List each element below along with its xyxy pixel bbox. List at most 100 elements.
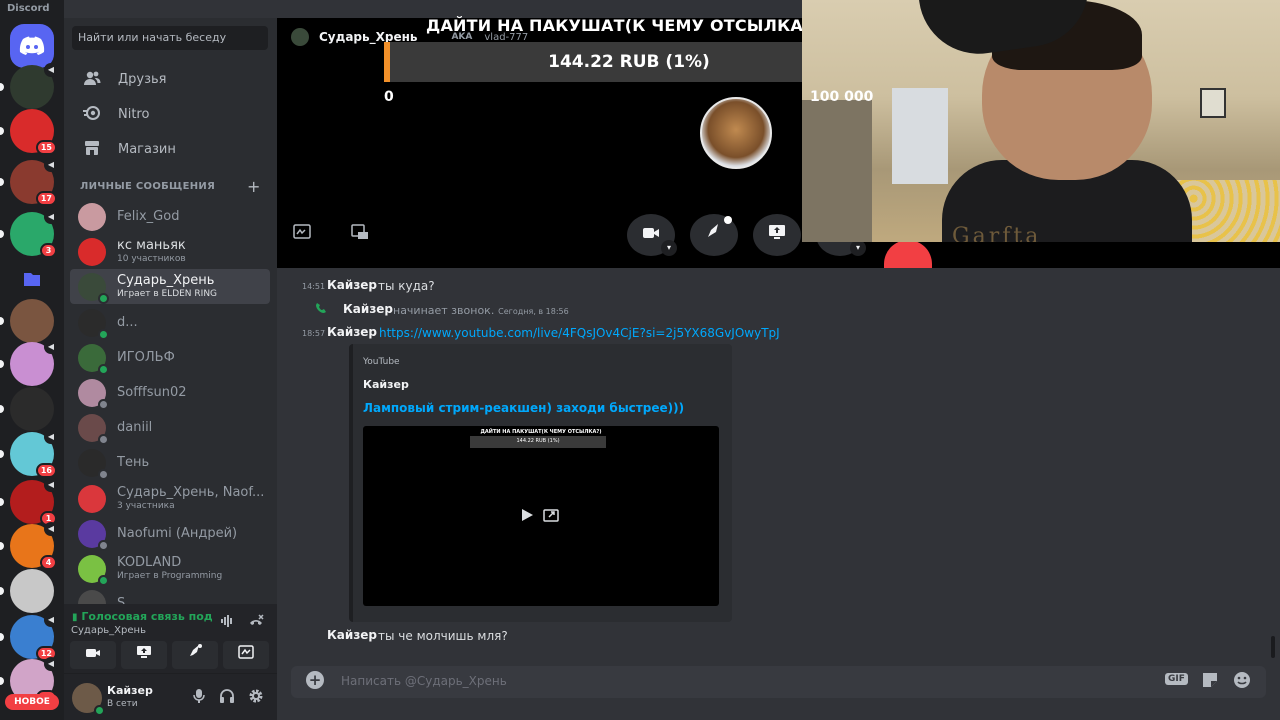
message-input[interactable]: Написать @Сударь_Хрень bbox=[341, 674, 507, 688]
embed-provider[interactable]: YouTube bbox=[363, 357, 400, 367]
user-panel: Кайзер В сети bbox=[64, 674, 277, 720]
chevron-down-icon-2[interactable]: ▾ bbox=[850, 240, 866, 256]
youtube-embed: YouTube Кайзер Ламповый стрим-реакшен) з… bbox=[349, 344, 732, 622]
dm-item[interactable]: Sofffsun02 bbox=[70, 375, 270, 410]
message-author[interactable]: Кайзер bbox=[327, 325, 377, 339]
disconnect-icon[interactable] bbox=[248, 614, 264, 632]
dm-item[interactable]: ИГОЛЬФ bbox=[70, 340, 270, 375]
microphone-icon[interactable] bbox=[192, 688, 206, 708]
dm-item[interactable]: Felix_God bbox=[70, 199, 270, 234]
hangup-button[interactable] bbox=[884, 240, 932, 268]
nav-nitro[interactable]: Nitro bbox=[72, 98, 268, 130]
popout-icon[interactable] bbox=[293, 224, 311, 244]
dm-item[interactable]: Naofumi (Андрей) bbox=[70, 516, 270, 551]
nav-friends[interactable]: Друзья bbox=[72, 63, 268, 95]
server-icon[interactable]: ◀ 12 bbox=[0, 613, 58, 661]
server-icon[interactable] bbox=[0, 299, 54, 343]
gif-button[interactable]: GIF bbox=[1165, 673, 1188, 685]
server-icon[interactable] bbox=[0, 569, 54, 613]
dm-item[interactable]: кс маньяк 10 участников bbox=[70, 234, 270, 269]
message-author[interactable]: Кайзер bbox=[327, 628, 377, 642]
dm-name: ИГОЛЬФ bbox=[117, 350, 175, 365]
screen-share-button[interactable] bbox=[121, 641, 167, 669]
dm-item[interactable]: daniil bbox=[70, 410, 270, 445]
dm-item[interactable]: Сударь_Хрень Играет в ELDEN RING bbox=[70, 269, 270, 304]
pip-icon[interactable] bbox=[351, 224, 369, 244]
folder-icon bbox=[10, 258, 54, 302]
dm-item[interactable]: KODLAND Играет в Programming bbox=[70, 551, 270, 586]
shop-icon bbox=[82, 139, 102, 159]
server-icon[interactable]: ◀ bbox=[0, 340, 58, 386]
message-link[interactable]: https://www.youtube.com/live/4FQsJOv4CjE… bbox=[379, 326, 780, 340]
server-icon[interactable]: ◀ 17 bbox=[0, 158, 58, 206]
speaker-icon: ◀ bbox=[44, 613, 58, 627]
discord-app: Discord ◀15◀17◀3◀◀16◀1◀4◀12◀41 НОВОЕ Най… bbox=[0, 0, 1280, 720]
dm-item[interactable]: Сударь_Хрень, Naof... 3 участника bbox=[70, 481, 270, 516]
soundboard-button[interactable] bbox=[223, 641, 269, 669]
server-icon[interactable]: ◀ 3 bbox=[0, 210, 58, 258]
dm-avatar bbox=[78, 308, 109, 340]
server-icon[interactable]: ◀ bbox=[0, 63, 58, 109]
sticker-icon[interactable] bbox=[1201, 671, 1219, 693]
call-screen-share-button[interactable] bbox=[753, 214, 801, 256]
dm-section-header: Личные сообщения bbox=[80, 181, 216, 192]
emoji-icon[interactable] bbox=[1233, 671, 1251, 693]
phone-call-icon bbox=[315, 302, 327, 317]
unread-pill bbox=[0, 83, 4, 91]
server-avatar bbox=[10, 299, 54, 343]
home-button[interactable] bbox=[10, 24, 54, 68]
dm-text: Sofffsun02 bbox=[117, 385, 187, 400]
open-external-icon[interactable] bbox=[543, 508, 559, 526]
user-avatar[interactable] bbox=[72, 683, 105, 716]
signal-icon: ▮ bbox=[72, 612, 78, 623]
dm-item[interactable]: Тень bbox=[70, 445, 270, 480]
thumbnail-goal-bar: 144.22 RUB (1%) bbox=[470, 436, 606, 448]
embed-video-thumbnail[interactable]: ДАЙТИ НА ПАКУШАТ(К ЧЕМУ ОТСЫЛКА?) 144.22… bbox=[363, 426, 719, 606]
unread-pill bbox=[0, 360, 4, 368]
attach-plus-icon[interactable]: + bbox=[306, 671, 324, 689]
unread-pill bbox=[0, 633, 4, 641]
create-dm-plus-icon[interactable]: + bbox=[247, 177, 260, 196]
embed-title[interactable]: Ламповый стрим-реакшен) заходи быстрее))… bbox=[363, 401, 684, 415]
settings-gear-icon[interactable] bbox=[248, 688, 264, 708]
participant-avatar[interactable] bbox=[700, 97, 772, 169]
speaker-icon: ◀ bbox=[44, 522, 58, 536]
embed-author[interactable]: Кайзер bbox=[363, 378, 409, 391]
presence-status-dot bbox=[98, 574, 109, 586]
dm-name: кс маньяк bbox=[117, 238, 186, 253]
server-icon[interactable] bbox=[0, 387, 54, 431]
chat-scrollbar[interactable] bbox=[1271, 636, 1275, 658]
speaker-icon: ◀ bbox=[44, 340, 58, 354]
voice-status[interactable]: ▮ Голосовая связь под bbox=[72, 610, 213, 623]
chevron-down-icon[interactable]: ▾ bbox=[661, 240, 677, 256]
server-icon[interactable]: 15 bbox=[0, 109, 57, 155]
mention-badge: 4 bbox=[40, 555, 57, 570]
unread-pill bbox=[0, 542, 4, 550]
system-author[interactable]: Кайзер bbox=[343, 302, 393, 316]
server-icon[interactable]: ◀ 16 bbox=[0, 430, 58, 478]
call-camera-button[interactable]: ▾ bbox=[627, 214, 677, 256]
new-badge[interactable]: НОВОЕ bbox=[5, 694, 59, 710]
server-icon[interactable]: ◀ 4 bbox=[0, 522, 58, 570]
server-icon[interactable]: ◀ 1 bbox=[0, 478, 58, 526]
message-author[interactable]: Кайзер bbox=[327, 278, 377, 292]
dm-text: кс маньяк 10 участников bbox=[117, 238, 186, 265]
dm-item[interactable]: d... bbox=[70, 305, 270, 340]
server-folder[interactable] bbox=[10, 258, 54, 302]
message-time: 14:51 bbox=[302, 282, 326, 291]
dm-subtitle: 10 участников bbox=[117, 254, 186, 264]
headphones-icon[interactable] bbox=[219, 688, 235, 708]
call-activity-button[interactable] bbox=[690, 214, 738, 256]
noise-suppression-icon[interactable] bbox=[220, 614, 234, 632]
camera-button[interactable] bbox=[70, 641, 116, 669]
message-composer[interactable]: + Написать @Сударь_Хрень GIF bbox=[291, 666, 1266, 698]
mention-badge: 3 bbox=[40, 243, 57, 258]
search-input[interactable]: Найти или начать беседу bbox=[72, 26, 268, 50]
dm-text: d... bbox=[117, 315, 138, 330]
presence-status-dot bbox=[98, 363, 109, 375]
unread-pill bbox=[0, 587, 4, 595]
activity-button[interactable] bbox=[172, 641, 218, 669]
play-icon[interactable] bbox=[520, 508, 534, 526]
nav-shop[interactable]: Магазин bbox=[72, 133, 268, 165]
discord-logo-icon bbox=[10, 24, 54, 68]
